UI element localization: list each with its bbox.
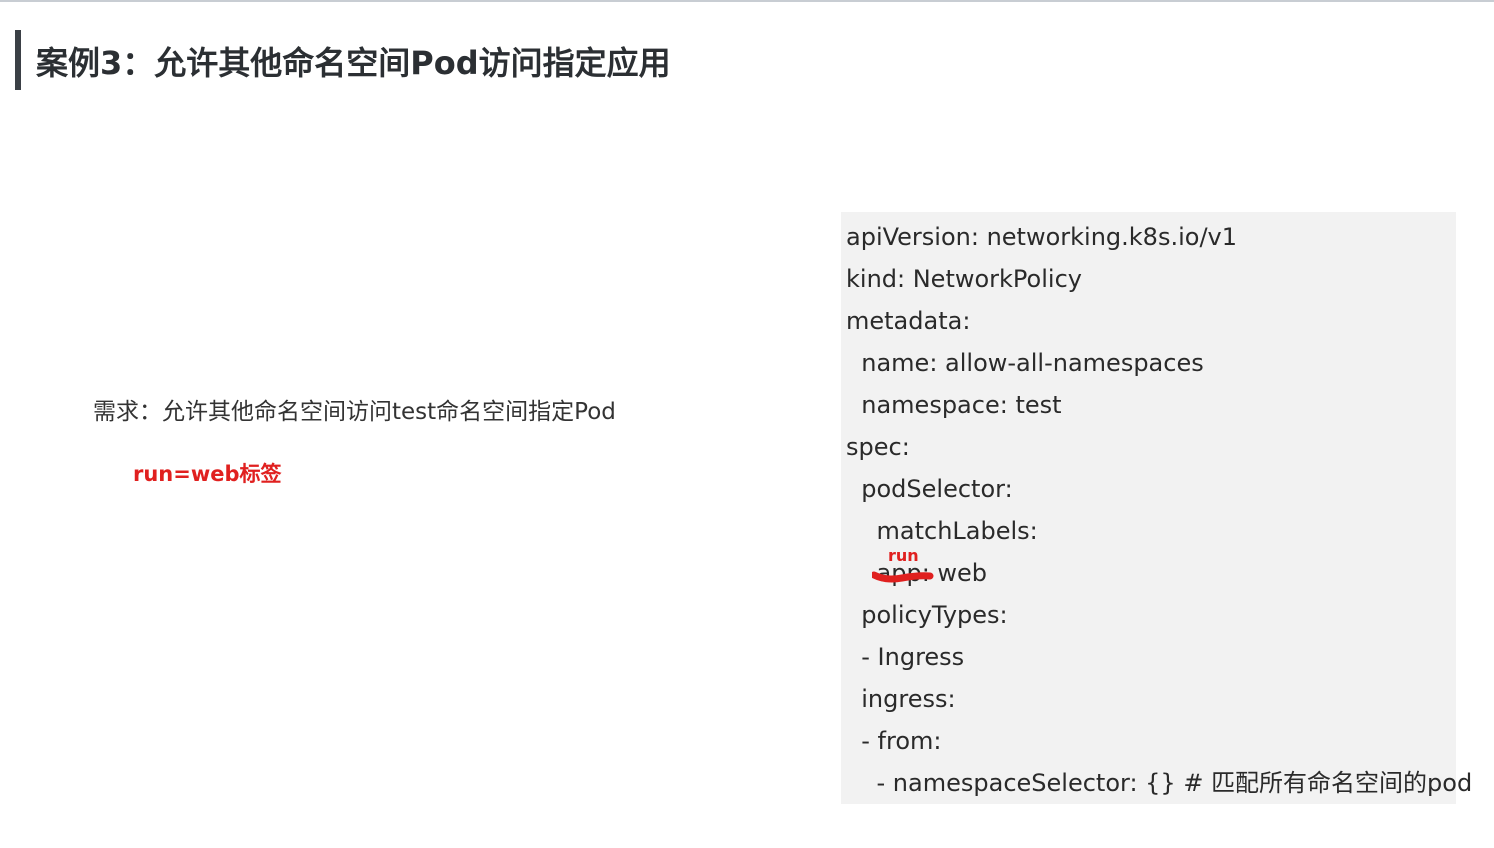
label-note: run=web标签 <box>133 462 282 486</box>
code-line: spec: <box>846 433 910 461</box>
requirement-text: 需求：允许其他命名空间访问test命名空间指定Pod <box>93 399 616 425</box>
code-line: - Ingress <box>846 643 965 671</box>
code-line: namespace: test <box>846 391 1062 419</box>
code-line: podSelector: <box>846 475 1013 503</box>
title-accent-bar <box>15 30 21 90</box>
top-divider <box>0 0 1494 2</box>
code-line: metadata: <box>846 307 971 335</box>
annotation-run: run <box>888 546 919 565</box>
strikethrough-mark <box>872 571 934 583</box>
code-line: ingress: <box>846 685 956 713</box>
code-line: - namespaceSelector: {} # 匹配所有命名空间的pod <box>846 769 1473 797</box>
code-line: apiVersion: networking.k8s.io/v1 <box>846 223 1237 251</box>
code-line: matchLabels: <box>846 517 1038 545</box>
code-line: kind: NetworkPolicy <box>846 265 1082 293</box>
code-line: name: allow-all-namespaces <box>846 349 1204 377</box>
page-title: 案例3：允许其他命名空间Pod访问指定应用 <box>36 44 671 82</box>
code-line: policyTypes: <box>846 601 1008 629</box>
code-line: - from: <box>846 727 942 755</box>
